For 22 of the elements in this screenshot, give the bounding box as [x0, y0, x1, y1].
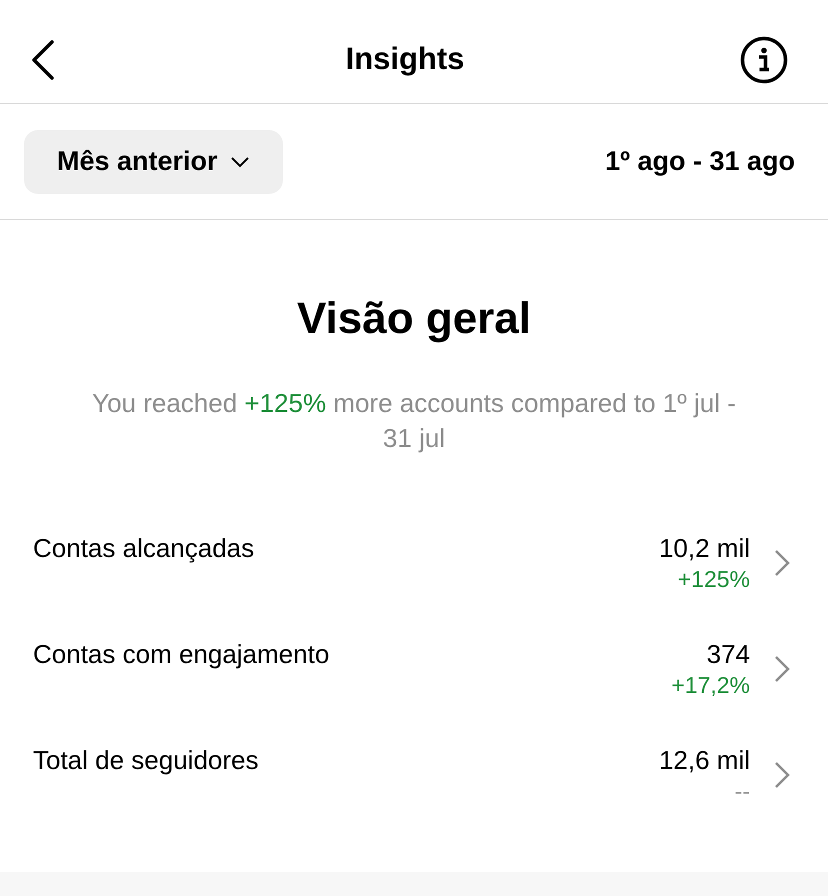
chevron-right-icon [774, 655, 790, 683]
date-range: 1º ago - 31 ago [605, 145, 795, 178]
metric-label: Contas alcançadas [33, 532, 256, 564]
chevron-down-icon [230, 156, 250, 168]
metric-change: +17,2% [671, 671, 750, 700]
period-dropdown[interactable]: Mês anterior [24, 130, 283, 194]
metric-value: 374 [706, 638, 750, 670]
metric-value: 10,2 mil [658, 532, 750, 564]
metric-label: Total de seguidores [33, 744, 260, 776]
summary-text: You reached +125% more accounts compared to 1º jul - 31 jul [91, 387, 737, 455]
metric-value: 12,6 mil [658, 744, 750, 776]
info-icon[interactable] [740, 36, 788, 84]
section-title: Visão geral [296, 293, 532, 345]
metric-label: Contas com engajamento [33, 638, 330, 670]
metric-row[interactable]: Contas com engajamento 374 +17,2% [0, 638, 828, 704]
metric-change: -- [734, 777, 750, 806]
chevron-right-icon [774, 549, 790, 577]
metric-row[interactable]: Total de seguidores 12,6 mil -- [0, 744, 828, 810]
metric-row[interactable]: Contas alcançadas 10,2 mil +125% [0, 532, 828, 598]
page-title: Insights [346, 40, 464, 78]
chevron-right-icon [774, 761, 790, 789]
metric-change: +125% [678, 565, 750, 594]
